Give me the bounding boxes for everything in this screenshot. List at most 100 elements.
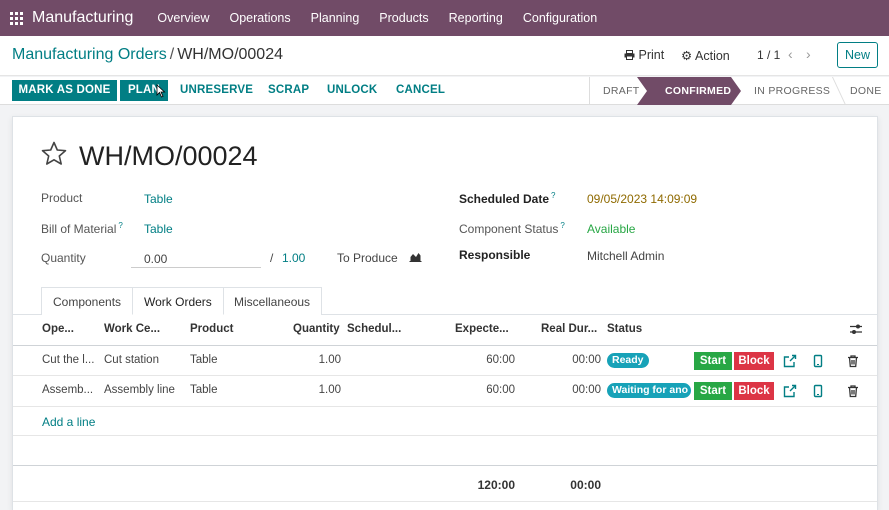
print-icon xyxy=(624,50,635,60)
responsible-value[interactable]: Mitchell Admin xyxy=(587,249,664,263)
new-button[interactable]: New xyxy=(837,42,878,68)
optional-columns-icon[interactable] xyxy=(850,324,862,335)
block-button[interactable]: Block xyxy=(734,352,774,370)
row-divider xyxy=(13,406,877,407)
nav-products[interactable]: Products xyxy=(369,0,438,36)
pager-value[interactable]: 1 / 1 xyxy=(757,48,780,62)
chevron-right-icon[interactable]: › xyxy=(806,46,811,62)
cell-quantity: 1.00 xyxy=(318,354,341,366)
column-quantity[interactable]: Quantity xyxy=(293,323,340,335)
cell-real-duration: 00:00 xyxy=(572,354,601,366)
top-navbar: Manufacturing Overview Operations Planni… xyxy=(0,0,889,36)
cell-real-duration: 00:00 xyxy=(572,384,601,396)
breadcrumb-separator: / xyxy=(169,46,175,63)
action-label: Action xyxy=(695,49,730,63)
tablet-icon[interactable] xyxy=(811,384,825,398)
help-icon[interactable]: ? xyxy=(560,221,564,230)
start-button[interactable]: Start xyxy=(694,382,732,400)
star-icon[interactable] xyxy=(41,141,67,166)
cell-operation: Cut the l... xyxy=(42,354,95,366)
component-status-value: Available xyxy=(587,222,636,236)
component-status-label: Component Status? xyxy=(459,221,565,236)
cell-quantity: 1.00 xyxy=(318,384,341,396)
column-expected[interactable]: Expecte... xyxy=(455,323,509,335)
mark-as-done-button[interactable]: MARK AS DONE xyxy=(12,80,117,101)
trash-icon[interactable] xyxy=(846,354,860,368)
status-badge: Waiting for ano xyxy=(607,383,691,398)
tab-components[interactable]: Components xyxy=(41,287,134,315)
bom-value[interactable]: Table xyxy=(144,222,173,236)
tab-miscellaneous[interactable]: Miscellaneous xyxy=(222,287,323,315)
nav-reporting[interactable]: Reporting xyxy=(439,0,513,36)
nav-planning[interactable]: Planning xyxy=(301,0,370,36)
cell-work-center: Assembly line xyxy=(104,384,175,396)
nav-configuration[interactable]: Configuration xyxy=(513,0,607,36)
external-link-icon[interactable] xyxy=(783,384,797,398)
cell-product: Table xyxy=(190,384,218,396)
cell-expected: 60:00 xyxy=(486,384,515,396)
breadcrumb-current: WH/MO/00024 xyxy=(177,46,283,63)
block-button[interactable]: Block xyxy=(734,382,774,400)
total-expected: 120:00 xyxy=(477,478,515,492)
external-link-icon[interactable] xyxy=(783,354,797,368)
print-button[interactable]: Print xyxy=(624,48,664,62)
nav-overview[interactable]: Overview xyxy=(147,0,219,36)
responsible-label: Responsible xyxy=(459,248,531,262)
total-real-duration: 00:00 xyxy=(570,478,601,492)
row-divider xyxy=(13,435,877,436)
header-divider xyxy=(13,345,877,346)
chart-area-icon[interactable] xyxy=(409,251,422,262)
help-icon[interactable]: ? xyxy=(551,191,555,200)
unreserve-button[interactable]: UNRESERVE xyxy=(180,80,253,101)
column-scheduled[interactable]: Schedul... xyxy=(347,323,401,335)
column-product[interactable]: Product xyxy=(190,323,233,335)
cell-operation: Assemb... xyxy=(42,384,94,396)
tablet-icon[interactable] xyxy=(811,354,825,368)
quantity-input-underline xyxy=(131,267,261,268)
add-line-link[interactable]: Add a line xyxy=(42,415,95,429)
apps-menu-icon[interactable] xyxy=(0,0,32,36)
unlock-button[interactable]: UNLOCK xyxy=(327,80,377,101)
mouse-cursor-icon xyxy=(156,84,166,98)
stage-pipeline: DRAFT CONFIRMED IN PROGRESS DONE xyxy=(589,77,889,105)
column-operation[interactable]: Ope... xyxy=(42,323,74,335)
chevron-left-icon[interactable]: ‹ xyxy=(788,46,793,62)
scheduled-date-value[interactable]: 09/05/2023 14:09:09 xyxy=(587,192,697,206)
form-sheet: WH/MO/00024 Product Table Bill of Materi… xyxy=(12,116,878,510)
tab-work-orders[interactable]: Work Orders xyxy=(132,287,224,315)
control-panel: Manufacturing Orders / WH/MO/00024 Print ⚙… xyxy=(0,36,889,76)
stage-draft[interactable]: DRAFT xyxy=(603,77,640,105)
scheduled-date-label: Scheduled Date? xyxy=(459,191,556,206)
breadcrumb: Manufacturing Orders / WH/MO/00024 xyxy=(12,46,283,64)
quantity-target: 1.00 xyxy=(282,251,306,265)
stage-in-progress[interactable]: IN PROGRESS xyxy=(754,77,830,105)
gear-icon: ⚙ xyxy=(681,49,693,63)
action-button[interactable]: ⚙ Action xyxy=(681,48,730,63)
row-divider xyxy=(13,375,877,376)
cancel-button[interactable]: CANCEL xyxy=(396,80,445,101)
app-name[interactable]: Manufacturing xyxy=(32,9,133,27)
start-button[interactable]: Start xyxy=(694,352,732,370)
bom-label: Bill of Material? xyxy=(41,221,123,236)
print-label: Print xyxy=(638,48,665,62)
quantity-input[interactable]: 0.00 xyxy=(144,252,167,266)
footer-divider xyxy=(13,465,877,466)
row-divider xyxy=(13,501,877,502)
help-icon[interactable]: ? xyxy=(118,221,122,230)
stage-confirmed[interactable]: CONFIRMED xyxy=(637,77,741,105)
cell-product: Table xyxy=(190,354,218,366)
stage-done[interactable]: DONE xyxy=(850,77,882,105)
breadcrumb-parent[interactable]: Manufacturing Orders xyxy=(12,46,167,63)
nav-operations[interactable]: Operations xyxy=(219,0,300,36)
product-label: Product xyxy=(41,191,83,205)
to-produce-label: To Produce xyxy=(337,251,398,265)
column-work-center[interactable]: Work Ce... xyxy=(104,323,160,335)
trash-icon[interactable] xyxy=(846,384,860,398)
column-status[interactable]: Status xyxy=(607,323,642,335)
cell-expected: 60:00 xyxy=(486,354,515,366)
scrap-button[interactable]: SCRAP xyxy=(268,80,309,101)
status-badge: Ready xyxy=(607,353,649,368)
column-real-duration[interactable]: Real Dur... xyxy=(541,323,597,335)
product-value[interactable]: Table xyxy=(144,192,173,206)
cell-work-center: Cut station xyxy=(104,354,159,366)
